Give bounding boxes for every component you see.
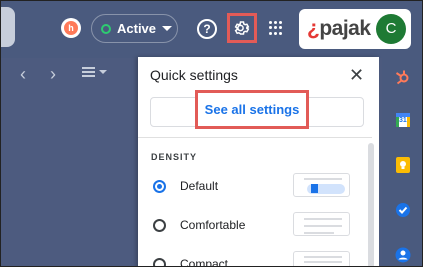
radio-unselected[interactable] xyxy=(153,218,166,232)
see-all-settings-button[interactable]: See all settings xyxy=(195,90,309,129)
close-icon[interactable]: ✕ xyxy=(349,65,364,86)
settings-button[interactable] xyxy=(227,13,257,43)
density-option-comfortable[interactable]: Comfortable xyxy=(153,212,363,237)
scrollbar[interactable] xyxy=(368,143,374,266)
next-page-button[interactable]: › xyxy=(50,64,56,85)
divider xyxy=(138,137,372,138)
density-heading: DENSITY xyxy=(151,152,198,162)
app-window: h Active ? ¿pajak C ‹ › Quick settings ✕… xyxy=(0,0,423,267)
density-preview-compact xyxy=(293,251,350,266)
panel-title: Quick settings xyxy=(150,67,238,83)
account-chip[interactable]: ¿pajak C xyxy=(299,9,411,49)
side-panel: 31 xyxy=(382,57,422,266)
search-bar[interactable] xyxy=(1,7,15,47)
list-icon xyxy=(82,67,95,77)
view-toggle-button[interactable] xyxy=(82,67,107,77)
top-header: h Active ? ¿pajak C xyxy=(1,1,422,58)
gear-icon xyxy=(234,21,250,35)
calendar-day: 31 xyxy=(399,117,407,124)
density-preview-default xyxy=(293,173,350,197)
contacts-icon[interactable] xyxy=(395,247,411,263)
hubspot-glyph: h xyxy=(64,21,78,35)
hubspot-icon[interactable] xyxy=(395,69,411,85)
density-option-label: Comfortable xyxy=(180,218,246,232)
status-label: Active xyxy=(117,21,157,36)
avatar[interactable]: C xyxy=(376,14,406,44)
chevron-down-icon xyxy=(99,70,107,74)
apps-grid-icon[interactable] xyxy=(269,21,283,35)
radio-selected[interactable] xyxy=(153,179,166,193)
density-preview-comfortable xyxy=(293,212,350,236)
brand-logo: ¿pajak xyxy=(307,17,371,40)
density-option-label: Default xyxy=(180,179,219,193)
prev-page-button[interactable]: ‹ xyxy=(20,64,26,85)
status-dropdown[interactable]: Active xyxy=(91,14,178,43)
density-option-compact[interactable]: Compact xyxy=(153,251,363,267)
help-button[interactable]: ? xyxy=(197,19,217,39)
density-option-label: Compact xyxy=(180,257,229,267)
calendar-icon[interactable]: 31 xyxy=(395,112,411,128)
keep-icon[interactable] xyxy=(395,157,411,173)
radio-unselected[interactable] xyxy=(153,257,166,266)
quick-settings-panel: Quick settings ✕ See all settings DENSIT… xyxy=(138,57,379,267)
hubspot-icon[interactable]: h xyxy=(61,18,81,38)
density-option-default[interactable]: Default xyxy=(153,173,363,198)
chevron-down-icon xyxy=(162,26,173,31)
status-dot-icon xyxy=(101,23,111,34)
see-all-settings-label: See all settings xyxy=(204,102,300,117)
tasks-icon[interactable] xyxy=(395,202,411,218)
help-icon: ? xyxy=(203,22,211,36)
